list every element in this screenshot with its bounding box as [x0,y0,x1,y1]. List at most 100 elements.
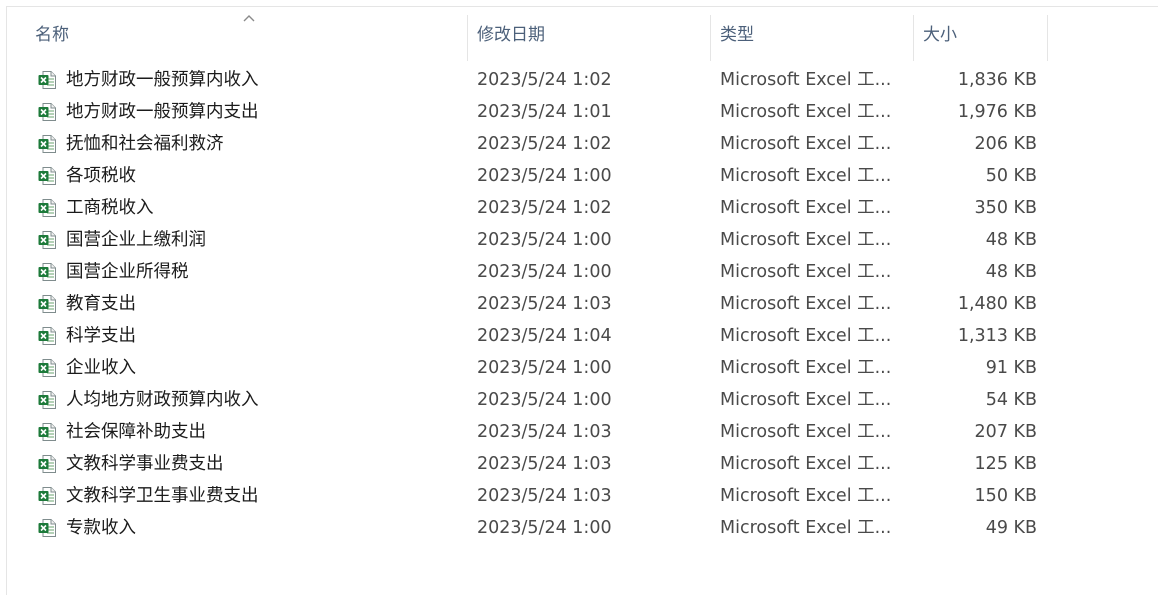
excel-file-icon [38,359,56,377]
column-header-type[interactable]: 类型 [712,15,912,61]
excel-file-icon [38,167,56,185]
file-size: 48 KB [985,262,1037,282]
file-size: 49 KB [985,518,1037,538]
file-type: Microsoft Excel 工... [720,230,892,250]
excel-file-icon [38,455,56,473]
file-row[interactable]: 教育支出 2023/5/24 1:03 Microsoft Excel 工... 1,… [7,288,1047,320]
file-type: Microsoft Excel 工... [720,358,892,378]
file-name: 文教科学卫生事业费支出 [66,486,259,506]
file-name: 国营企业上缴利润 [66,230,206,250]
file-size: 1,836 KB [957,70,1037,90]
file-modified-date: 2023/5/24 1:00 [477,230,612,250]
column-header-size[interactable]: 大小 [915,15,1047,61]
column-divider[interactable] [913,15,914,61]
file-type: Microsoft Excel 工... [720,454,892,474]
file-name: 企业收入 [66,358,136,378]
file-modified-date: 2023/5/24 1:00 [477,166,612,186]
file-row[interactable]: 人均地方财政预算内收入 2023/5/24 1:00 Microsoft Excel… [7,384,1047,416]
file-modified-date: 2023/5/24 1:01 [477,102,612,122]
file-modified-date: 2023/5/24 1:00 [477,358,612,378]
file-modified-date: 2023/5/24 1:02 [477,70,612,90]
file-type: Microsoft Excel 工... [720,326,892,346]
file-size: 1,313 KB [957,326,1037,346]
file-modified-date: 2023/5/24 1:00 [477,518,612,538]
excel-file-icon [38,423,56,441]
column-header-date[interactable]: 修改日期 [469,15,709,61]
excel-file-icon [38,135,56,153]
file-row[interactable]: 地方财政一般预算内支出 2023/5/24 1:01 Microsoft Excel… [7,96,1047,128]
file-size: 91 KB [985,358,1037,378]
file-type: Microsoft Excel 工... [720,390,892,410]
file-type: Microsoft Excel 工... [720,486,892,506]
file-row[interactable]: 专款收入 2023/5/24 1:00 Microsoft Excel 工... 49… [7,512,1047,544]
excel-file-icon [38,391,56,409]
file-type: Microsoft Excel 工... [720,294,892,314]
column-divider[interactable] [467,15,468,61]
column-header-name[interactable]: 名称 [27,15,467,61]
file-row[interactable]: 国营企业所得税 2023/5/24 1:00 Microsoft Excel 工..… [7,256,1047,288]
column-header-row: 名称 修改日期 类型 大小 [7,15,1158,61]
file-size: 1,480 KB [957,294,1037,314]
file-modified-date: 2023/5/24 1:03 [477,294,612,314]
file-size: 350 KB [974,198,1037,218]
file-name: 国营企业所得税 [66,262,189,282]
file-type: Microsoft Excel 工... [720,518,892,538]
excel-file-icon [38,199,56,217]
file-name: 专款收入 [66,518,136,538]
file-type: Microsoft Excel 工... [720,422,892,442]
file-row[interactable]: 科学支出 2023/5/24 1:04 Microsoft Excel 工... 1,… [7,320,1047,352]
file-row[interactable]: 抚恤和社会福利救济 2023/5/24 1:02 Microsoft Excel 工… [7,128,1047,160]
excel-file-icon [38,231,56,249]
file-modified-date: 2023/5/24 1:00 [477,390,612,410]
file-type: Microsoft Excel 工... [720,166,892,186]
file-name: 地方财政一般预算内收入 [66,70,259,90]
excel-file-icon [38,71,56,89]
file-row[interactable]: 文教科学事业费支出 2023/5/24 1:03 Microsoft Excel 工… [7,448,1047,480]
file-name: 社会保障补助支出 [66,422,206,442]
file-modified-date: 2023/5/24 1:02 [477,198,612,218]
file-modified-date: 2023/5/24 1:02 [477,134,612,154]
excel-file-icon [38,327,56,345]
file-size: 50 KB [985,166,1037,186]
file-name: 各项税收 [66,166,136,186]
file-type: Microsoft Excel 工... [720,262,892,282]
file-size: 54 KB [985,390,1037,410]
file-size: 206 KB [974,134,1037,154]
excel-file-icon [38,487,56,505]
excel-file-icon [38,295,56,313]
file-list-pane: 名称 修改日期 类型 大小 地方财政一般预算内收入 2023/5/24 1:02 M… [6,6,1158,595]
excel-file-icon [38,519,56,537]
file-type: Microsoft Excel 工... [720,70,892,90]
file-name: 人均地方财政预算内收入 [66,390,259,410]
file-modified-date: 2023/5/24 1:03 [477,486,612,506]
file-modified-date: 2023/5/24 1:03 [477,454,612,474]
file-row[interactable]: 地方财政一般预算内收入 2023/5/24 1:02 Microsoft Excel… [7,64,1047,96]
file-size: 207 KB [974,422,1037,442]
file-row[interactable]: 工商税收入 2023/5/24 1:02 Microsoft Excel 工... 3… [7,192,1047,224]
file-row[interactable]: 企业收入 2023/5/24 1:00 Microsoft Excel 工... 91… [7,352,1047,384]
column-divider[interactable] [1047,15,1048,61]
file-size: 150 KB [974,486,1037,506]
file-name: 教育支出 [66,294,136,314]
file-name: 科学支出 [66,326,136,346]
file-name: 工商税收入 [66,198,154,218]
excel-file-icon [38,263,56,281]
file-type: Microsoft Excel 工... [720,102,892,122]
file-modified-date: 2023/5/24 1:03 [477,422,612,442]
file-size: 125 KB [974,454,1037,474]
file-name: 文教科学事业费支出 [66,454,224,474]
file-modified-date: 2023/5/24 1:00 [477,262,612,282]
column-divider[interactable] [710,15,711,61]
file-name: 抚恤和社会福利救济 [66,134,224,154]
file-row[interactable]: 文教科学卫生事业费支出 2023/5/24 1:03 Microsoft Excel… [7,480,1047,512]
file-row[interactable]: 各项税收 2023/5/24 1:00 Microsoft Excel 工... 50… [7,160,1047,192]
file-size: 48 KB [985,230,1037,250]
file-size: 1,976 KB [957,102,1037,122]
excel-file-icon [38,103,56,121]
file-type: Microsoft Excel 工... [720,198,892,218]
file-type: Microsoft Excel 工... [720,134,892,154]
file-name: 地方财政一般预算内支出 [66,102,259,122]
file-row[interactable]: 国营企业上缴利润 2023/5/24 1:00 Microsoft Excel 工.… [7,224,1047,256]
file-modified-date: 2023/5/24 1:04 [477,326,612,346]
file-row[interactable]: 社会保障补助支出 2023/5/24 1:03 Microsoft Excel 工.… [7,416,1047,448]
